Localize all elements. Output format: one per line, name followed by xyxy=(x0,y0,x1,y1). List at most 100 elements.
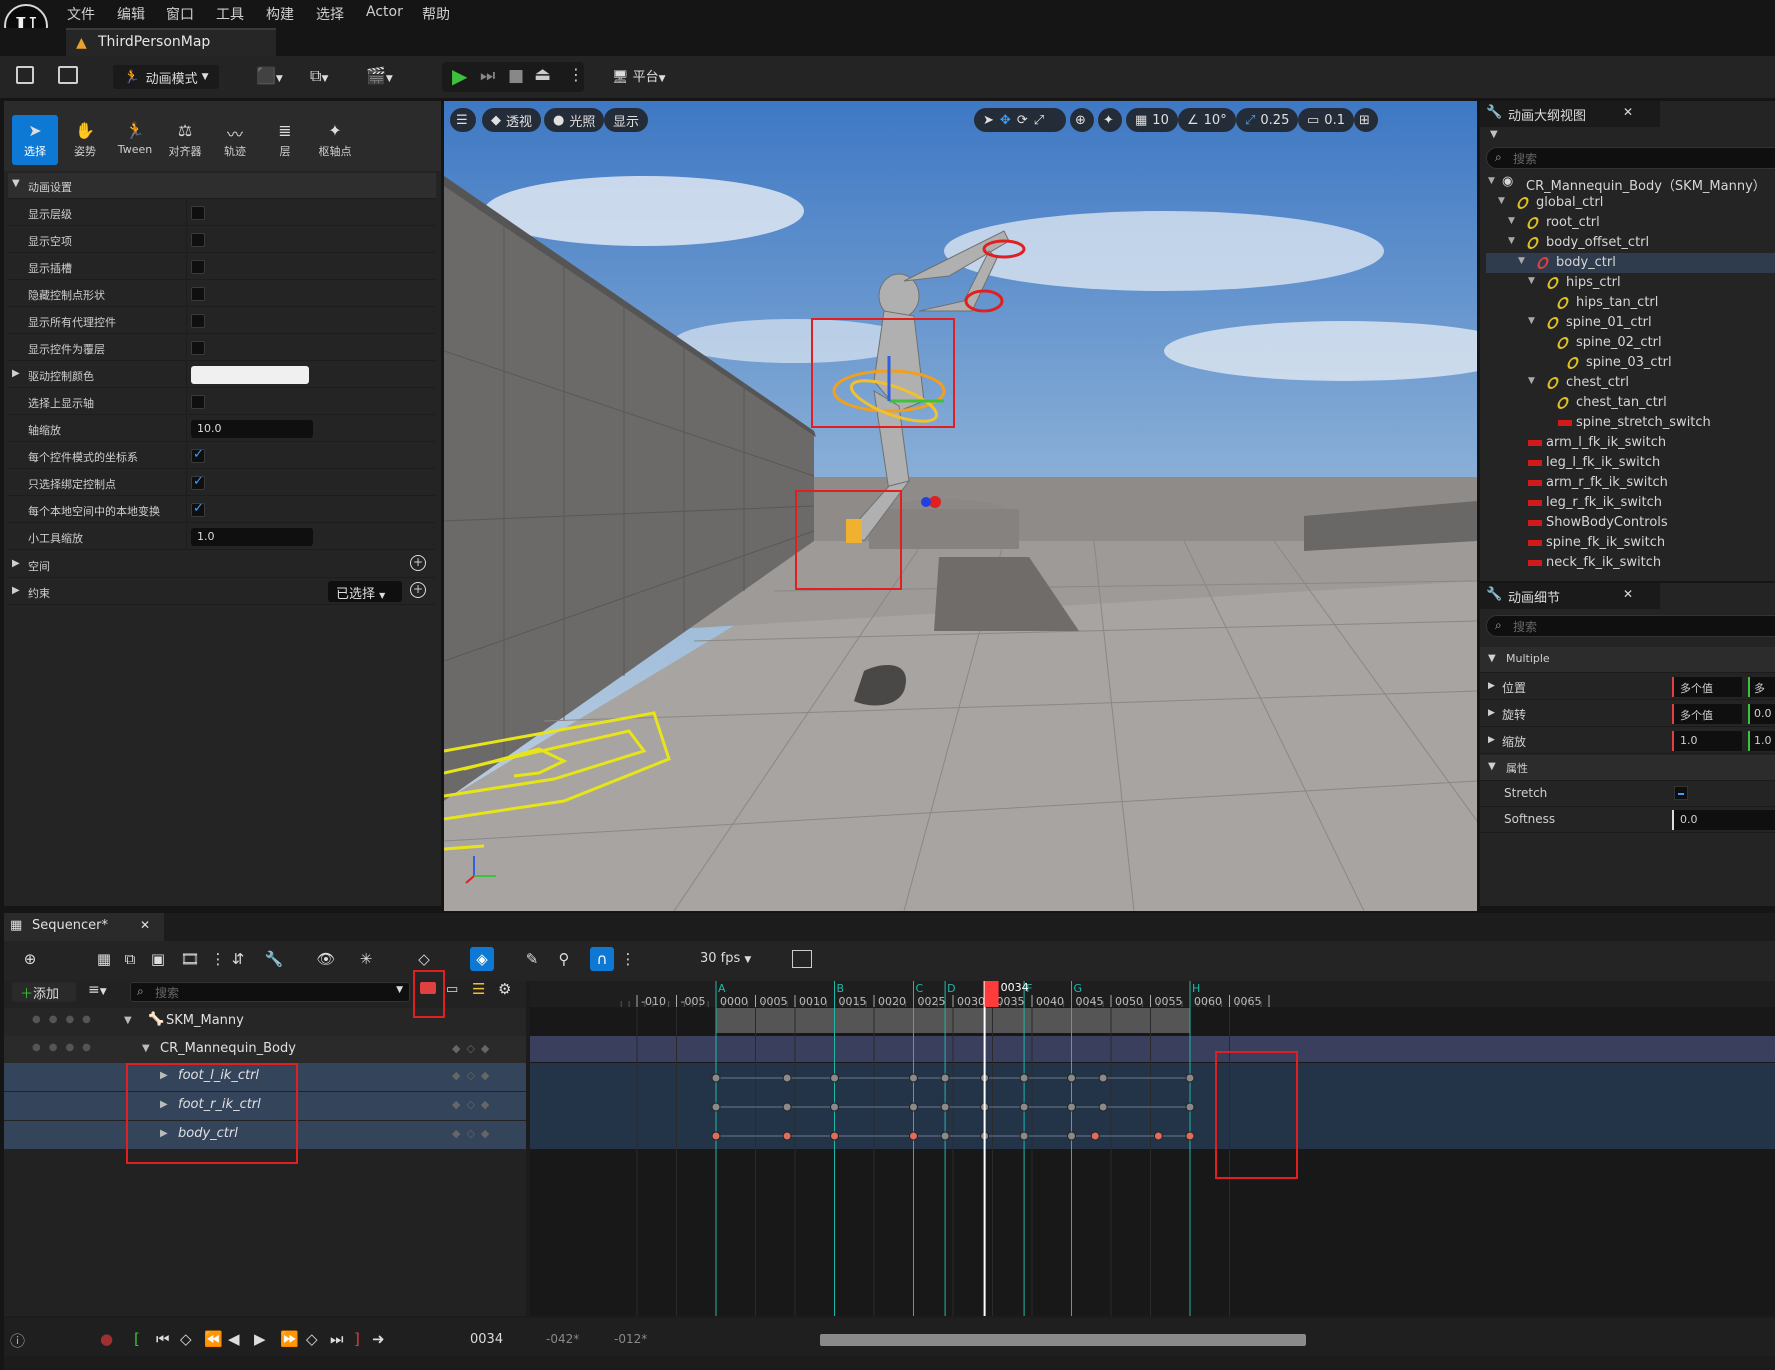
camera-speed-button[interactable]: ▭ 0.1 xyxy=(1298,108,1354,132)
start-bracket-icon[interactable]: [ xyxy=(134,1330,140,1348)
cinematics-icon[interactable]: 🎬▼ xyxy=(366,66,393,85)
save-icon[interactable] xyxy=(16,66,34,84)
select-mode-icon[interactable]: ◈ xyxy=(470,947,494,971)
attributes-group-header[interactable]: ▼ 属性 xyxy=(1480,755,1775,781)
platform-dropdown[interactable]: 🖥 平台▼ xyxy=(612,66,666,85)
tree-arrow-icon[interactable]: ▼ xyxy=(1498,196,1505,206)
timeline-scrollbar[interactable] xyxy=(820,1334,1306,1346)
mode-dropdown[interactable]: 🏃 动画模式 ▼ xyxy=(113,65,219,89)
setting-checkbox[interactable] xyxy=(191,341,205,355)
advance-frame-icon[interactable]: ⏭ xyxy=(480,66,495,86)
filter-icon[interactable]: ≡▼ xyxy=(88,982,107,998)
outliner-item[interactable]: ShowBodyControls xyxy=(1486,513,1775,533)
wrench-icon[interactable]: 🔧 xyxy=(262,947,286,971)
outliner-item[interactable]: neck_fk_ik_switch xyxy=(1486,553,1775,573)
fps-dropdown[interactable]: 30 fps ▼ xyxy=(700,951,751,966)
setting-checkbox[interactable] xyxy=(191,206,205,220)
menu-5[interactable]: 选择 xyxy=(316,4,344,24)
outliner-item[interactable]: spine_fk_ik_switch xyxy=(1486,533,1775,553)
add-actor-icon[interactable]: ⬛▼ xyxy=(256,66,283,85)
outliner-item[interactable]: ▼ global_ctrl xyxy=(1486,193,1775,213)
prev-frame-icon[interactable]: ⏪ xyxy=(204,1330,223,1348)
detail-value-input[interactable]: 多个值 xyxy=(1672,704,1742,724)
transform-tools[interactable]: ➤ ✥ ⟳ ⤢ xyxy=(974,108,1066,132)
rotation-snap-button[interactable]: ∠ 10° xyxy=(1178,108,1236,132)
collapse-arrow-icon[interactable]: ▼ xyxy=(142,1043,150,1054)
menu-1[interactable]: 编辑 xyxy=(117,4,145,24)
outliner-filter-icon[interactable]: ▼ xyxy=(1490,129,1498,140)
jump-end-icon[interactable]: ⏭ xyxy=(330,1330,344,1348)
mode-1[interactable]: ✋ 姿势 xyxy=(62,115,108,165)
mode-2[interactable]: 🏃 Tween xyxy=(112,115,158,165)
next-key-icon[interactable]: ◇ xyxy=(306,1330,318,1348)
layer-icon[interactable]: ☰ xyxy=(472,980,485,998)
tree-arrow-icon[interactable]: ▼ xyxy=(1508,236,1515,246)
multiple-group-header[interactable]: ▼ Multiple xyxy=(1480,647,1775,673)
level-viewport[interactable]: ☰ ◆ 透视 ● 光照 显示 ➤ ✥ ⟳ ⤢ ⊕ ✦ ▦ 10 ∠ 10° ⤢ 0.25 ▭ 0.… xyxy=(444,101,1477,911)
draw-icon[interactable]: ✎ xyxy=(520,947,544,971)
record-icon[interactable]: ● xyxy=(100,1330,113,1348)
mode-0[interactable]: ➤ 选择 xyxy=(12,115,58,165)
space-section[interactable]: ▶ 空间 + xyxy=(8,552,436,578)
menu-0[interactable]: 文件 xyxy=(67,4,95,24)
layout-button[interactable]: ⊞ xyxy=(1354,108,1378,132)
menu-4[interactable]: 构建 xyxy=(266,4,294,24)
curve-editor-icon[interactable] xyxy=(792,950,812,968)
expand-arrow-icon[interactable]: ▶ xyxy=(1488,708,1495,718)
outliner-item[interactable]: ▼ root_ctrl xyxy=(1486,213,1775,233)
current-frame-display[interactable]: 0034 xyxy=(470,1332,503,1347)
timeline-area[interactable]: -010 -005 0000 0005 0010 0015 0020 0025 0030 0035… xyxy=(530,981,1775,1316)
setting-checkbox[interactable] xyxy=(191,287,205,301)
jump-start-icon[interactable]: ⏮ xyxy=(156,1330,170,1348)
add-space-icon[interactable]: + xyxy=(410,555,426,571)
outliner-item[interactable]: ▼ ◉ CR_Mannequin_Body（SKM_Manny） xyxy=(1486,173,1775,194)
setting-checkbox[interactable] xyxy=(191,474,205,490)
softness-input[interactable]: 0.0 xyxy=(1672,810,1775,830)
marker-icon[interactable]: ⚲ xyxy=(552,947,576,971)
reverse-icon[interactable]: ◀ xyxy=(228,1330,240,1348)
close-icon[interactable]: ✕ xyxy=(1623,105,1633,119)
outliner-item[interactable]: arm_r_fk_ik_switch xyxy=(1486,473,1775,493)
range-start-field[interactable]: -042* xyxy=(546,1332,579,1346)
expand-arrow-icon[interactable]: ▶ xyxy=(1488,735,1495,745)
outliner-item[interactable]: ▼ chest_ctrl xyxy=(1486,373,1775,393)
outliner-item[interactable]: spine_stretch_switch xyxy=(1486,413,1775,433)
menu-7[interactable]: 帮助 xyxy=(422,4,450,24)
outliner-item[interactable]: ▼ hips_ctrl xyxy=(1486,273,1775,293)
key-nav-icons[interactable]: ◆◇◆ xyxy=(452,1098,495,1111)
add-track-button[interactable]: ＋添加 xyxy=(12,982,76,1002)
eye-icon[interactable]: ◉ xyxy=(1502,174,1513,189)
track-search-input[interactable]: ⌕ 搜索 ▼ xyxy=(130,982,410,1002)
close-icon[interactable]: ✕ xyxy=(1623,587,1633,601)
outliner-item[interactable]: leg_r_fk_ik_switch xyxy=(1486,493,1775,513)
expand-arrow-icon[interactable]: ▶ xyxy=(1488,681,1495,691)
tree-arrow-icon[interactable]: ▼ xyxy=(1508,216,1515,226)
range-end-field[interactable]: -012* xyxy=(614,1332,647,1346)
menu-2[interactable]: 窗口 xyxy=(166,4,194,24)
outliner-item[interactable]: leg_l_fk_ik_switch xyxy=(1486,453,1775,473)
tree-arrow-icon[interactable]: ▼ xyxy=(1528,276,1535,286)
outliner-item[interactable]: spine_02_ctrl xyxy=(1486,333,1775,353)
more-options-icon[interactable]: ⋮ xyxy=(568,65,584,84)
next-frame-icon[interactable]: ⏩ xyxy=(280,1330,299,1348)
setting-checkbox[interactable] xyxy=(191,395,205,409)
camera-icon[interactable]: ▣ xyxy=(146,947,170,971)
setting-checkbox[interactable] xyxy=(191,260,205,274)
sequencer-tab[interactable]: ▦ Sequencer* ✕ xyxy=(4,913,164,941)
menu-3[interactable]: 工具 xyxy=(216,4,244,24)
mode-5[interactable]: ≣ 层 xyxy=(262,115,308,165)
mode-6[interactable]: ✦ 枢轴点 xyxy=(312,115,358,165)
end-bracket-icon[interactable]: ] xyxy=(354,1330,360,1348)
outliner-item[interactable]: ▼ body_offset_ctrl xyxy=(1486,233,1775,253)
setting-checkbox[interactable] xyxy=(191,501,205,517)
grid-snap-button[interactable]: ▦ 10 xyxy=(1126,108,1178,132)
key-nav-icons[interactable]: ◆◇◆ xyxy=(452,1127,495,1140)
close-icon[interactable]: ✕ xyxy=(140,918,150,932)
scale-snap-button[interactable]: ⤢ 0.25 xyxy=(1236,108,1299,132)
blueprint-icon[interactable]: ⧉▼ xyxy=(310,66,328,86)
collapse-arrow-icon[interactable]: ▼ xyxy=(124,1015,132,1026)
mode-3[interactable]: ⚖ 对齐器 xyxy=(162,115,208,165)
stretch-toggle[interactable] xyxy=(1674,786,1688,800)
viewport-menu-button[interactable]: ☰ xyxy=(450,108,476,132)
color-swatch[interactable] xyxy=(191,366,309,384)
